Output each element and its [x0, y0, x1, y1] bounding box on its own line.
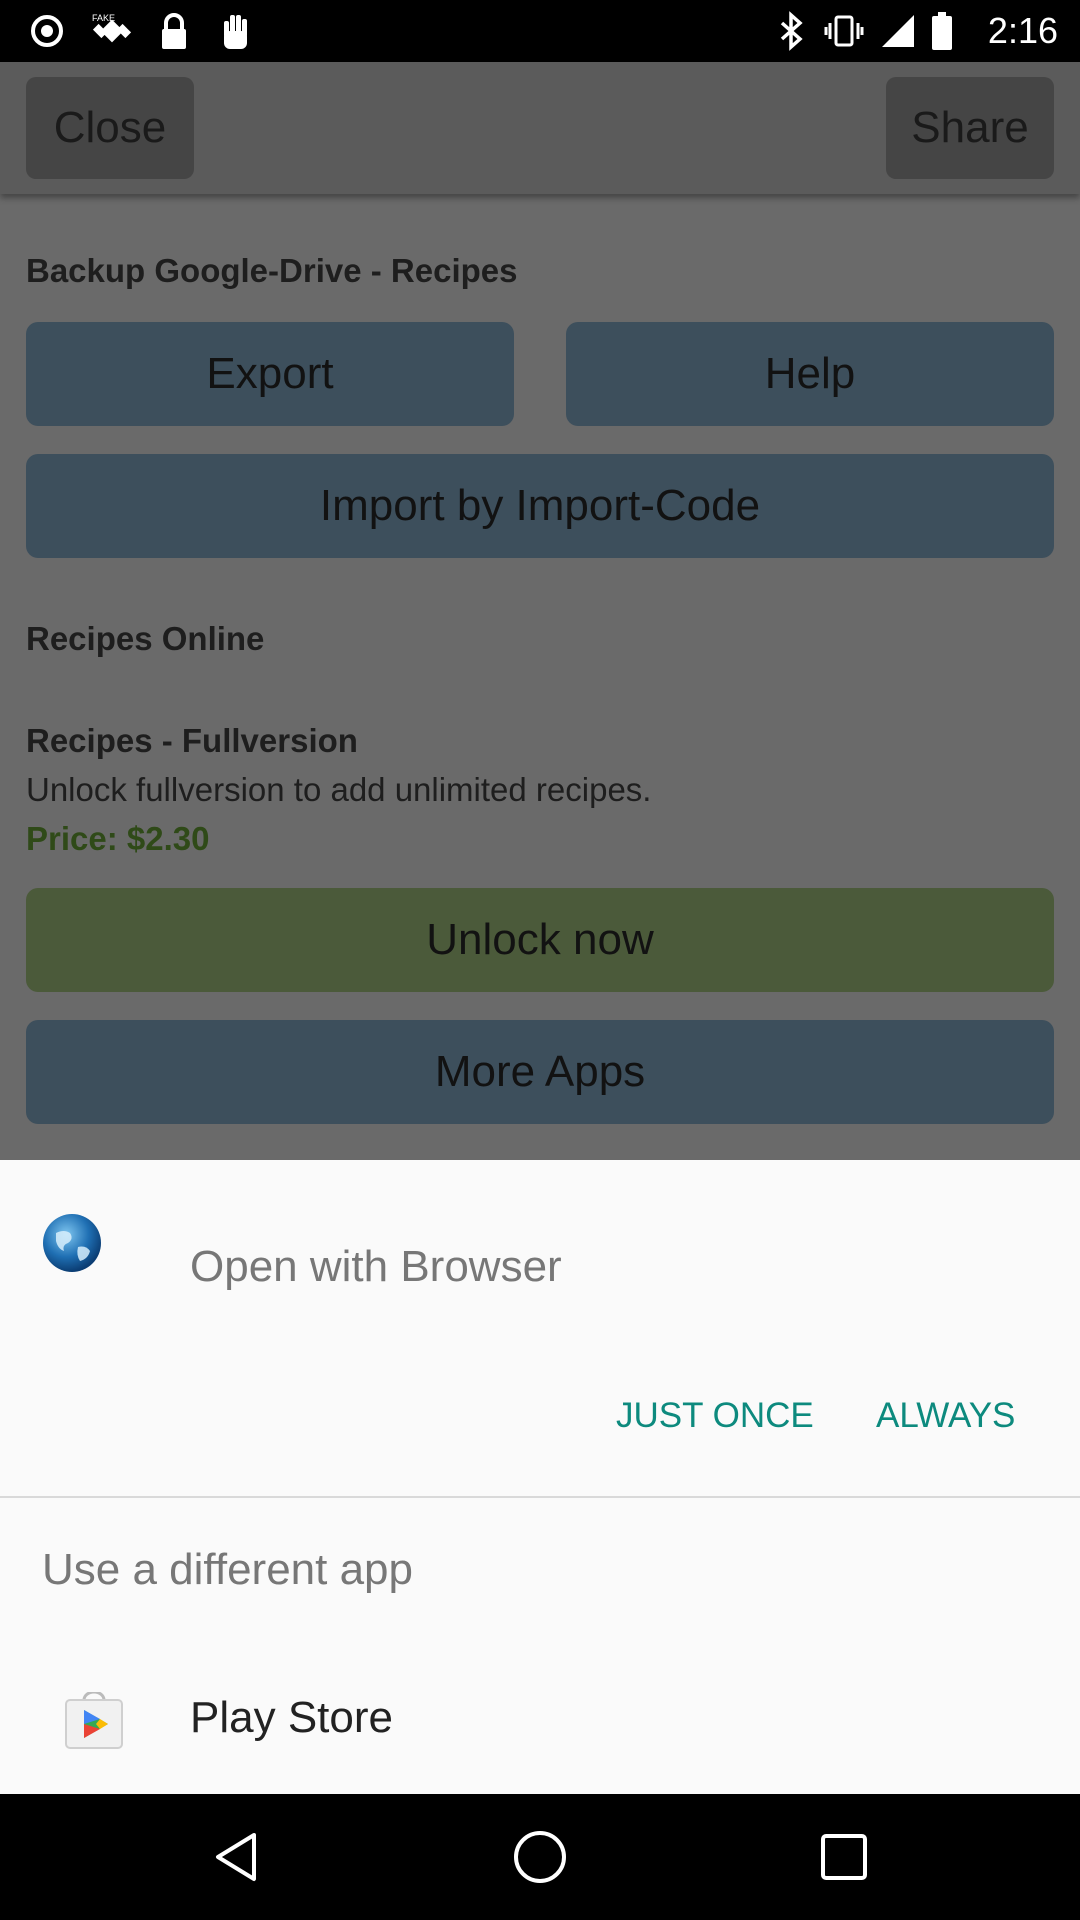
fullversion-price: Price: $2.30: [26, 820, 210, 857]
signal-icon: [876, 0, 920, 62]
browser-globe-icon: [42, 1213, 102, 1273]
app-chooser-sheet: Open with Browser JUST ONCE ALWAYS Use a…: [0, 1160, 1080, 1794]
toolbar: Close Share: [0, 62, 1080, 194]
play-store-option[interactable]: Play Store: [190, 1693, 393, 1743]
bluetooth-icon: [770, 0, 812, 62]
fullversion-description: Unlock fullversion to add unlimited reci…: [26, 771, 652, 808]
circle-icon: [22, 0, 72, 62]
navigation-bar: [0, 1794, 1080, 1920]
close-button[interactable]: Close: [26, 77, 194, 179]
more-apps-button[interactable]: More Apps: [26, 1020, 1054, 1124]
share-button[interactable]: Share: [886, 77, 1054, 179]
app-content: Close Share Backup Google-Drive - Recipe…: [0, 62, 1080, 1160]
fullversion-title: Recipes - Fullversion: [26, 722, 358, 759]
hand-icon: [212, 0, 260, 62]
always-button[interactable]: ALWAYS: [876, 1386, 1015, 1446]
help-button[interactable]: Help: [566, 322, 1054, 426]
divider: [0, 1496, 1080, 1498]
lock-icon: [152, 0, 196, 62]
status-bar: FAKE 2:16: [0, 0, 1080, 62]
export-button[interactable]: Export: [26, 322, 514, 426]
unlock-now-button[interactable]: Unlock now: [26, 888, 1054, 992]
battery-icon: [926, 0, 958, 62]
home-icon[interactable]: [480, 1794, 600, 1920]
status-time: 2:16: [987, 10, 1058, 51]
fake-gps-icon: FAKE: [84, 0, 140, 62]
open-with-browser-title: Open with Browser: [190, 1242, 562, 1291]
just-once-button[interactable]: JUST ONCE: [616, 1386, 814, 1446]
back-icon[interactable]: [176, 1794, 296, 1920]
import-button[interactable]: Import by Import-Code: [26, 454, 1054, 558]
backup-title: Backup Google-Drive - Recipes: [26, 252, 518, 289]
vibrate-icon: [820, 0, 868, 62]
use-different-app-label: Use a different app: [42, 1545, 413, 1594]
svg-text:FAKE: FAKE: [92, 13, 115, 23]
recents-icon[interactable]: [784, 1794, 904, 1920]
play-store-icon[interactable]: [62, 1690, 126, 1750]
recipes-online-title: Recipes Online: [26, 620, 265, 657]
